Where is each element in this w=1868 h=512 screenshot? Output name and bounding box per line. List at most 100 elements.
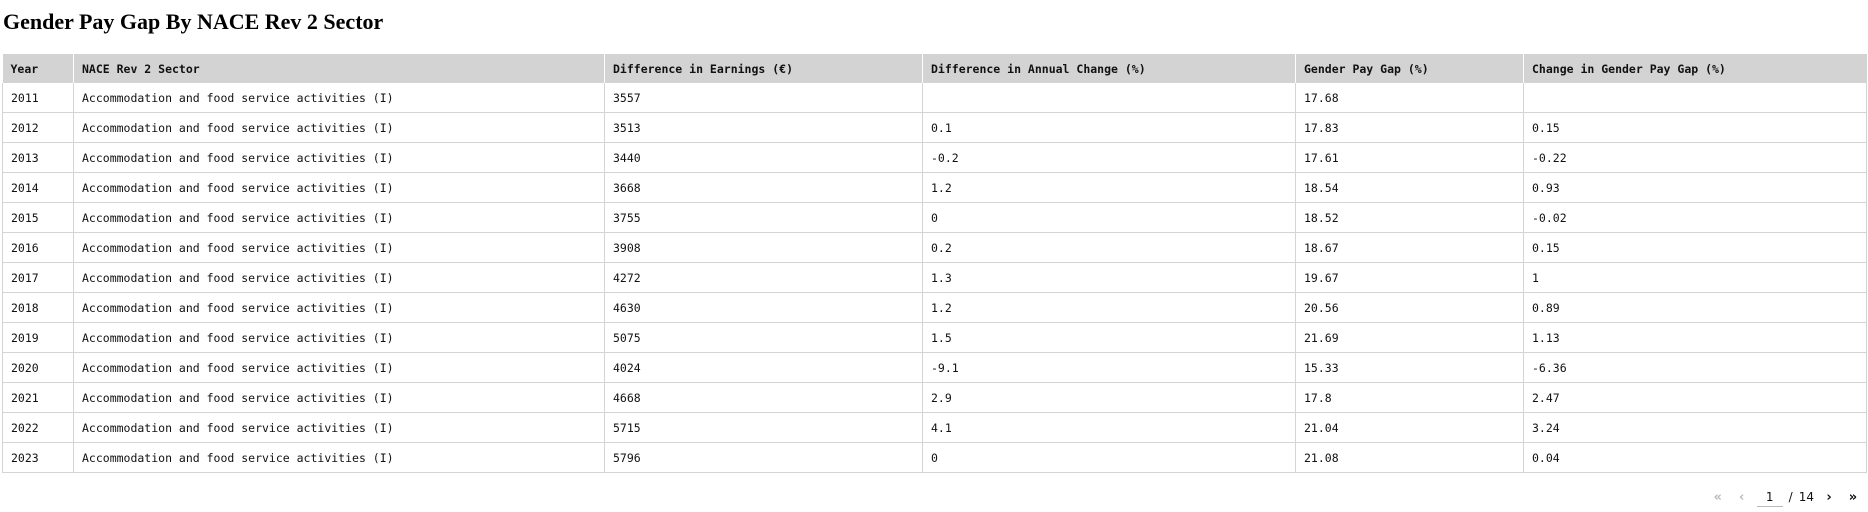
cell-change-gender-pay-gap: 0.04 — [1523, 442, 1867, 473]
cell-year: 2018 — [2, 292, 74, 323]
column-header-change-gender-pay-gap[interactable]: Change in Gender Pay Gap (%) — [1523, 54, 1867, 83]
cell-year: 2020 — [2, 352, 74, 383]
cell-change-gender-pay-gap: 0.93 — [1523, 172, 1867, 203]
cell-difference-annual-change: 1.2 — [922, 292, 1296, 323]
pagination: « ‹ / 14 › » — [1709, 486, 1862, 508]
last-page-button[interactable]: » — [1844, 487, 1862, 507]
cell-difference-annual-change: 0 — [922, 442, 1296, 473]
cell-gender-pay-gap: 20.56 — [1295, 292, 1524, 323]
cell-year: 2022 — [2, 412, 74, 443]
cell-difference-earnings: 3668 — [604, 172, 923, 203]
cell-difference-annual-change: 0.2 — [922, 232, 1296, 263]
table-row: 2011 Accommodation and food service activ… — [2, 83, 1867, 113]
cell-change-gender-pay-gap: 1 — [1523, 262, 1867, 293]
column-header-difference-earnings[interactable]: Difference in Earnings (€) — [604, 54, 923, 83]
cell-sector: Accommodation and food service activitie… — [73, 382, 605, 413]
previous-page-button[interactable]: ‹ — [1733, 487, 1751, 507]
table-row: 2014 Accommodation and food service activ… — [2, 172, 1867, 203]
cell-sector: Accommodation and food service activitie… — [73, 292, 605, 323]
cell-gender-pay-gap: 17.8 — [1295, 382, 1524, 413]
column-header-year[interactable]: Year — [2, 54, 74, 83]
cell-difference-annual-change: 0 — [922, 202, 1296, 233]
cell-year: 2015 — [2, 202, 74, 233]
cell-sector: Accommodation and food service activitie… — [73, 142, 605, 173]
cell-difference-earnings: 4272 — [604, 262, 923, 293]
cell-difference-earnings: 4668 — [604, 382, 923, 413]
cell-change-gender-pay-gap: 0.15 — [1523, 232, 1867, 263]
cell-sector: Accommodation and food service activitie… — [73, 202, 605, 233]
cell-sector: Accommodation and food service activitie… — [73, 112, 605, 143]
cell-gender-pay-gap: 17.61 — [1295, 142, 1524, 173]
cell-difference-earnings: 4630 — [604, 292, 923, 323]
cell-year: 2012 — [2, 112, 74, 143]
cell-difference-earnings: 3557 — [604, 83, 923, 113]
cell-year: 2021 — [2, 382, 74, 413]
column-header-sector[interactable]: NACE Rev 2 Sector — [73, 54, 605, 83]
cell-difference-earnings: 3513 — [604, 112, 923, 143]
cell-change-gender-pay-gap: 3.24 — [1523, 412, 1867, 443]
cell-change-gender-pay-gap: -6.36 — [1523, 352, 1867, 383]
cell-sector: Accommodation and food service activitie… — [73, 262, 605, 293]
cell-difference-annual-change: 0.1 — [922, 112, 1296, 143]
cell-change-gender-pay-gap: -0.02 — [1523, 202, 1867, 233]
cell-sector: Accommodation and food service activitie… — [73, 352, 605, 383]
cell-sector: Accommodation and food service activitie… — [73, 172, 605, 203]
cell-sector: Accommodation and food service activitie… — [73, 442, 605, 473]
cell-difference-annual-change — [922, 83, 1296, 113]
cell-change-gender-pay-gap: 1.13 — [1523, 322, 1867, 353]
next-page-button[interactable]: › — [1820, 487, 1838, 507]
table-row: 2020 Accommodation and food service activ… — [2, 352, 1867, 383]
cell-gender-pay-gap: 18.54 — [1295, 172, 1524, 203]
table-body: 2011 Accommodation and food service activ… — [2, 83, 1867, 473]
table-row: 2013 Accommodation and food service activ… — [2, 142, 1867, 173]
cell-gender-pay-gap: 15.33 — [1295, 352, 1524, 383]
column-header-difference-annual-change[interactable]: Difference in Annual Change (%) — [922, 54, 1296, 83]
table-row: 2018 Accommodation and food service activ… — [2, 292, 1867, 323]
cell-change-gender-pay-gap: 2.47 — [1523, 382, 1867, 413]
cell-difference-annual-change: 1.5 — [922, 322, 1296, 353]
cell-difference-annual-change: -9.1 — [922, 352, 1296, 383]
table-row: 2017 Accommodation and food service activ… — [2, 262, 1867, 293]
cell-difference-earnings: 3440 — [604, 142, 923, 173]
table-row: 2023 Accommodation and food service activ… — [2, 442, 1867, 473]
cell-year: 2013 — [2, 142, 74, 173]
cell-change-gender-pay-gap: -0.22 — [1523, 142, 1867, 173]
cell-year: 2019 — [2, 322, 74, 353]
cell-difference-earnings: 3755 — [604, 202, 923, 233]
cell-gender-pay-gap: 18.52 — [1295, 202, 1524, 233]
cell-difference-annual-change: -0.2 — [922, 142, 1296, 173]
cell-difference-annual-change: 1.3 — [922, 262, 1296, 293]
column-header-gender-pay-gap[interactable]: Gender Pay Gap (%) — [1295, 54, 1524, 83]
page-number-input[interactable] — [1756, 487, 1783, 507]
cell-gender-pay-gap: 21.69 — [1295, 322, 1524, 353]
cell-difference-earnings: 5075 — [604, 322, 923, 353]
cell-difference-annual-change: 1.2 — [922, 172, 1296, 203]
table-row: 2022 Accommodation and food service activ… — [2, 412, 1867, 443]
cell-year: 2017 — [2, 262, 74, 293]
page-title: Gender Pay Gap By NACE Rev 2 Sector — [3, 9, 384, 34]
cell-year: 2011 — [2, 83, 74, 113]
cell-difference-earnings: 5796 — [604, 442, 923, 473]
cell-sector: Accommodation and food service activitie… — [73, 322, 605, 353]
table-row: 2016 Accommodation and food service activ… — [2, 232, 1867, 263]
chevron-left-icon: ‹ — [1738, 489, 1745, 505]
table-header-row: Year NACE Rev 2 Sector Difference in Ear… — [2, 54, 1867, 83]
cell-gender-pay-gap: 17.83 — [1295, 112, 1524, 143]
cell-difference-annual-change: 2.9 — [922, 382, 1296, 413]
cell-difference-earnings: 3908 — [604, 232, 923, 263]
chevron-right-icon: › — [1826, 489, 1832, 505]
cell-sector: Accommodation and food service activitie… — [73, 232, 605, 263]
cell-gender-pay-gap: 21.04 — [1295, 412, 1524, 443]
cell-difference-earnings: 4024 — [604, 352, 923, 383]
table-row: 2021 Accommodation and food service activ… — [2, 382, 1867, 413]
double-chevron-right-icon: » — [1848, 489, 1858, 505]
table-row: 2019 Accommodation and food service activ… — [2, 322, 1867, 353]
cell-year: 2016 — [2, 232, 74, 263]
total-pages: 14 — [1798, 490, 1814, 504]
cell-difference-annual-change: 4.1 — [922, 412, 1296, 443]
first-page-button[interactable]: « — [1709, 487, 1727, 507]
data-table-container: Year NACE Rev 2 Sector Difference in Ear… — [2, 54, 1867, 473]
cell-sector: Accommodation and food service activitie… — [73, 83, 605, 113]
cell-gender-pay-gap: 18.67 — [1295, 232, 1524, 263]
table-row: 2015 Accommodation and food service activ… — [2, 202, 1867, 233]
